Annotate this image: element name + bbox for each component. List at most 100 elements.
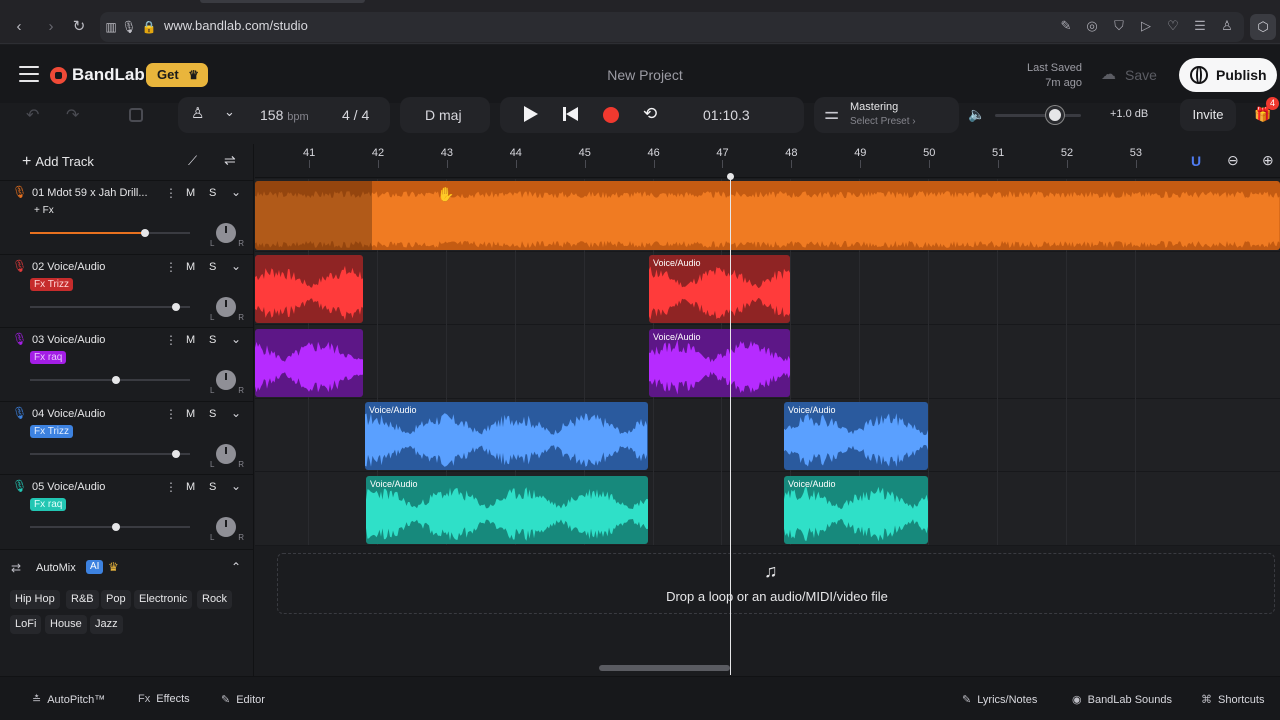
more-options-icon[interactable]: ⋮ — [165, 480, 177, 494]
menu-icon[interactable]: ☰ — [1191, 17, 1209, 35]
chevron-down-icon[interactable]: ⌄ — [231, 185, 241, 199]
clip-voice-05b[interactable]: Voice/Audio — [784, 476, 928, 544]
mic-permission-icon[interactable]: 🎙 — [118, 16, 140, 38]
key-selector[interactable]: D maj — [425, 107, 462, 123]
genre-chip[interactable]: Electronic — [134, 590, 193, 609]
invite-button[interactable]: Invite — [1180, 99, 1236, 131]
chevron-up-icon[interactable]: ⌃ — [231, 560, 241, 574]
solo-button[interactable]: S — [209, 261, 216, 273]
clip-voice-02b[interactable]: Voice/Audio — [649, 255, 790, 323]
clip-beat[interactable] — [255, 181, 1280, 250]
track-header[interactable]: 🎙 05 Voice/Audio ⋮ M S ⌄ Fx raq L R — [0, 474, 254, 547]
track-volume-slider[interactable] — [30, 229, 190, 237]
track-header[interactable]: 🎙 01 Mdot 59 x Jah Drill... ⋮ M S ⌄ + Fx L R — [0, 180, 254, 253]
more-options-icon[interactable]: ⋮ — [165, 333, 177, 347]
track-header[interactable]: 🎙 02 Voice/Audio ⋮ M S ⌄ Fx Trizz L R — [0, 254, 254, 327]
track-header[interactable]: 🎙 03 Voice/Audio ⋮ M S ⌄ Fx raq L R — [0, 327, 254, 400]
edit-icon[interactable]: ✎ — [1057, 17, 1075, 35]
fx-badge[interactable]: Fx raq — [30, 351, 67, 364]
save-button[interactable]: ☁ Save — [1097, 62, 1169, 88]
playhead-handle[interactable] — [727, 173, 734, 180]
editor-button[interactable]: ✎ Editor — [221, 693, 265, 706]
track-name[interactable]: 01 Mdot 59 x Jah Drill... — [32, 187, 160, 199]
more-options-icon[interactable]: ⋮ — [165, 260, 177, 274]
clip-voice-04a[interactable]: Voice/Audio — [365, 402, 648, 470]
autopitch-button[interactable]: ≛ AutoPitch™ — [32, 693, 105, 706]
project-title[interactable]: New Project — [560, 67, 730, 83]
track-volume-slider[interactable] — [30, 376, 190, 384]
get-membership-button[interactable]: Get ♛ — [146, 63, 208, 87]
reload-icon[interactable]: ↻ — [68, 16, 90, 38]
track-name[interactable]: 03 Voice/Audio — [32, 334, 160, 346]
master-volume-slider[interactable] — [995, 114, 1081, 117]
solo-button[interactable]: S — [209, 408, 216, 420]
record-icon[interactable] — [603, 107, 619, 123]
track-settings-icon[interactable]: ⇌ — [224, 152, 236, 169]
chevron-down-icon[interactable]: ⌄ — [231, 332, 241, 346]
master-volume-thumb[interactable] — [1046, 106, 1064, 124]
forward-icon[interactable]: › — [40, 16, 62, 38]
fx-badge[interactable]: Fx raq — [30, 498, 67, 511]
mastering-preset[interactable]: Select Preset › — [850, 116, 916, 127]
timeline-ruler[interactable] — [255, 144, 1280, 178]
genre-chip[interactable]: R&B — [66, 590, 99, 609]
mute-button[interactable]: M — [186, 261, 195, 273]
bandlab-sounds-button[interactable]: ◉ BandLab Sounds — [1072, 693, 1172, 706]
track-volume-slider[interactable] — [30, 450, 190, 458]
clip-voice-04b[interactable]: Voice/Audio — [784, 402, 928, 470]
track-header[interactable]: 🎙 04 Voice/Audio ⋮ M S ⌄ Fx Trizz L R — [0, 401, 254, 474]
user-icon[interactable]: ♙ — [1218, 17, 1236, 35]
chevron-down-icon[interactable]: ⌄ — [231, 406, 241, 420]
clip-voice-05a[interactable]: Voice/Audio — [366, 476, 648, 544]
send-icon[interactable]: ▷ — [1137, 17, 1155, 35]
chevron-down-icon[interactable]: ⌄ — [231, 479, 241, 493]
genre-chip[interactable]: House — [45, 615, 87, 634]
track-name[interactable]: 02 Voice/Audio — [32, 261, 160, 273]
genre-chip[interactable]: LoFi — [10, 615, 42, 634]
mute-button[interactable]: M — [186, 408, 195, 420]
track-volume-slider[interactable] — [30, 523, 190, 531]
fx-badge[interactable]: Fx Trizz — [30, 278, 73, 291]
play-icon[interactable] — [524, 106, 538, 122]
zoom-in-icon[interactable]: ⊕ — [1262, 152, 1274, 169]
more-options-icon[interactable]: ⋮ — [165, 407, 177, 421]
extensions-icon[interactable]: ⬡ — [1250, 14, 1276, 40]
genre-chip[interactable]: Hip Hop — [10, 590, 60, 609]
track-name[interactable]: 04 Voice/Audio — [32, 408, 160, 420]
clip-voice-02a[interactable] — [255, 255, 363, 323]
add-track-button[interactable]: + Add Track — [22, 153, 94, 171]
redo-icon[interactable]: ↷ — [66, 105, 79, 125]
solo-button[interactable]: S — [209, 481, 216, 493]
genre-chip[interactable]: Rock — [197, 590, 233, 609]
metronome-icon[interactable]: ♙ — [191, 104, 204, 122]
chevron-down-icon[interactable]: ⌄ — [224, 104, 235, 120]
zoom-out-icon[interactable]: ⊖ — [1227, 152, 1239, 169]
lyrics-notes-button[interactable]: ✎ Lyrics/Notes — [962, 693, 1037, 706]
loop-icon[interactable]: ⟲ — [643, 104, 657, 124]
solo-button[interactable]: S — [209, 187, 216, 199]
solo-button[interactable]: S — [209, 334, 216, 346]
mute-button[interactable]: M — [186, 334, 195, 346]
shield-icon[interactable]: ⛉ — [1110, 17, 1128, 35]
clip-voice-03a[interactable] — [255, 329, 363, 397]
mute-button[interactable]: M — [186, 481, 195, 493]
fx-badge[interactable]: Fx Trizz — [30, 425, 73, 438]
url-text[interactable]: www.bandlab.com/studio — [164, 18, 308, 33]
track-volume-slider[interactable] — [30, 303, 190, 311]
publish-button[interactable]: Publish — [1179, 58, 1277, 92]
time-signature[interactable]: 4 / 4 — [342, 107, 369, 123]
skip-back-icon[interactable] — [563, 106, 579, 122]
back-icon[interactable]: ‹ — [8, 16, 30, 38]
automation-icon[interactable]: ⟋ — [188, 153, 197, 169]
select-tool-button[interactable] — [118, 100, 154, 130]
more-options-icon[interactable]: ⋮ — [165, 186, 177, 200]
genre-chip[interactable]: Jazz — [90, 615, 123, 634]
volume-icon[interactable]: 🔈 — [968, 106, 985, 123]
heart-icon[interactable]: ♡ — [1164, 17, 1182, 35]
genre-chip[interactable]: Pop — [101, 590, 131, 609]
camera-icon[interactable]: ◎ — [1083, 17, 1101, 35]
hamburger-menu-icon[interactable] — [19, 66, 39, 82]
track-name[interactable]: 05 Voice/Audio — [32, 481, 160, 493]
snap-magnet-icon[interactable]: U — [1191, 153, 1201, 169]
clip-voice-03b[interactable]: Voice/Audio — [649, 329, 790, 397]
